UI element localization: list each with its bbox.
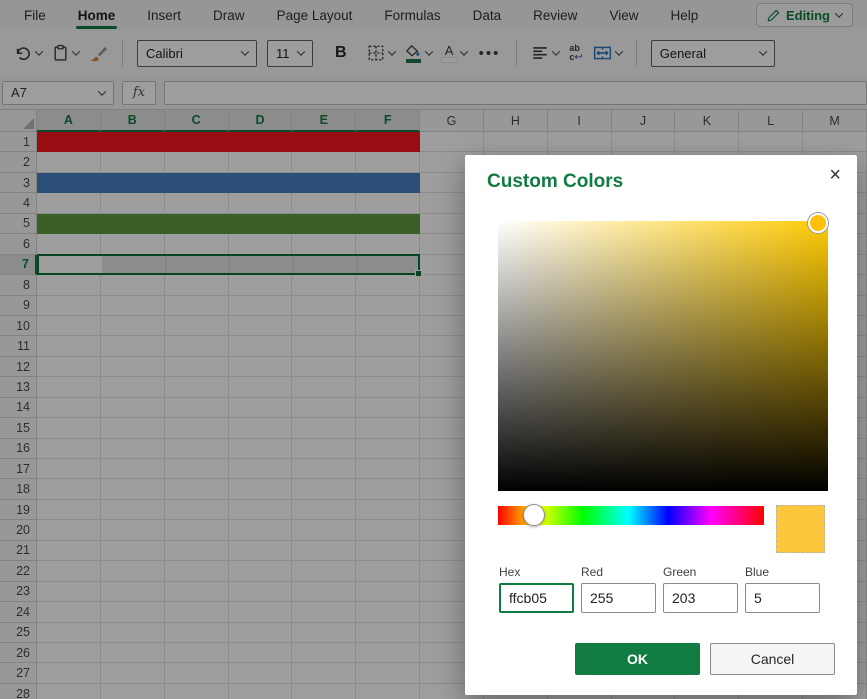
color-fields: Hex Red Green Blue [499,565,825,613]
hex-label: Hex [499,565,574,579]
hue-slider[interactable] [498,506,764,525]
hex-field: Hex [499,565,574,613]
picker-knob[interactable] [808,213,828,233]
blue-label: Blue [745,565,820,579]
ok-button[interactable]: OK [575,643,700,675]
blue-field: Blue [745,565,820,613]
blue-input[interactable] [745,583,820,613]
color-preview-swatch [776,505,825,553]
hex-input[interactable] [499,583,574,613]
red-field: Red [581,565,656,613]
hue-slider-knob[interactable] [523,504,545,526]
cancel-button[interactable]: Cancel [710,643,835,675]
red-input[interactable] [581,583,656,613]
custom-colors-dialog: Custom Colors × Hex Red Green Blue OK Cance… [465,155,857,695]
dialog-title: Custom Colors [487,171,623,193]
saturation-brightness-picker[interactable] [498,221,828,491]
green-field: Green [663,565,738,613]
close-icon[interactable]: × [825,161,845,189]
red-label: Red [581,565,656,579]
green-input[interactable] [663,583,738,613]
green-label: Green [663,565,738,579]
